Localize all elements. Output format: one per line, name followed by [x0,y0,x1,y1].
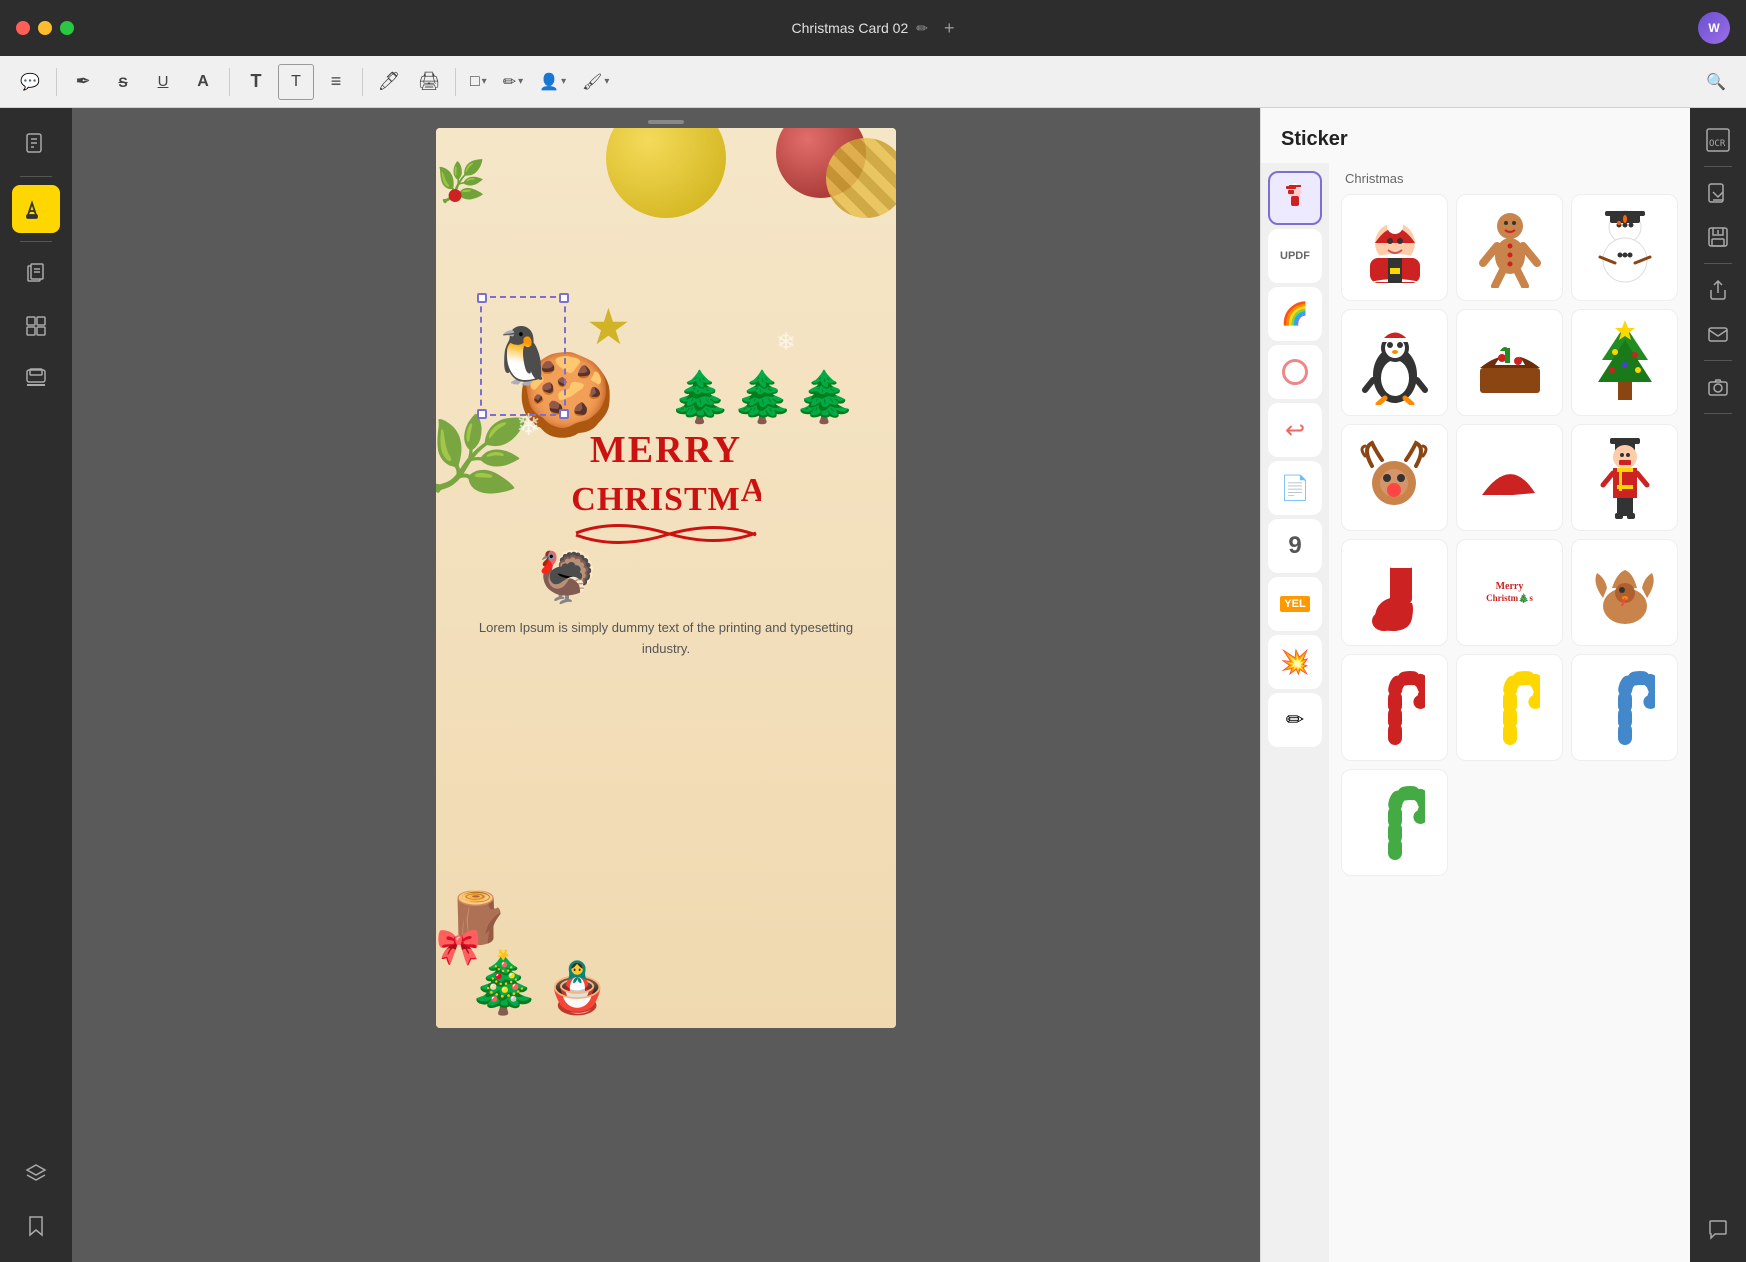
chat-button[interactable] [1698,1210,1738,1250]
list-button[interactable]: ≡ [318,64,354,100]
text-highlight-button[interactable]: A [185,64,221,100]
user-avatar: W [1698,12,1730,44]
category-christmas[interactable] [1268,171,1322,225]
search-button[interactable]: 🔍 [1698,64,1734,100]
left-sidebar [0,108,72,1262]
close-button[interactable] [16,21,30,35]
main-toolbar: 💬 ✒ S U A T T ≡ 🖊 🖨 □ ▾ ✏ ▾ 👤 ▾ 🖌 ▾ 🔍 [0,56,1746,108]
sticker-grid-area: Christmas [1329,163,1690,1262]
maximize-button[interactable] [60,21,74,35]
sticker-santa-hat[interactable] [1456,424,1563,531]
ocr-button[interactable]: OCR [1698,120,1738,160]
category-numbers[interactable]: 9 [1268,519,1322,573]
sticker-snowman[interactable] [1571,194,1678,301]
underline-button[interactable]: U [145,64,181,100]
christmas-card-canvas: 🌿 ● ★ 🍪 🌲🌲🌲 MERRY CHRISTMA [436,128,896,1028]
sticker-candy-cane-blue[interactable] [1571,654,1678,761]
category-pencil[interactable]: ✏ [1268,693,1322,747]
sticker-candy-cane-red[interactable] [1341,654,1448,761]
sticker-pudding[interactable] [1456,309,1563,416]
traffic-lights [16,21,74,35]
sidebar-highlight-btn[interactable] [12,185,60,233]
right-divider-2 [1704,263,1732,264]
sidebar-divider-2 [20,241,52,242]
category-updf[interactable]: UPDF [1268,229,1322,283]
category-labels[interactable]: YEL [1268,577,1322,631]
sticker-reindeer[interactable] [1341,424,1448,531]
share-button[interactable] [1698,270,1738,310]
pen-button[interactable]: ✒ [65,64,101,100]
sticker-nutcracker[interactable] [1571,424,1678,531]
sticker-penguin[interactable] [1341,309,1448,416]
comment-button[interactable]: 💬 [12,64,48,100]
sticker-body: UPDF 🌈 ↩ 📄 9 YEL [1261,163,1690,1262]
sticker-candy-cane-yellow[interactable] [1456,654,1563,761]
toolbar-divider-2 [229,68,230,96]
card-background: 🌿 ● ★ 🍪 🌲🌲🌲 MERRY CHRISTMA [436,128,896,1028]
sticker-grid: Merry Christm🎄s [1341,194,1678,876]
category-arrows[interactable]: ↩ [1268,403,1322,457]
camera-button[interactable] [1698,367,1738,407]
category-paper[interactable]: 📄 [1268,461,1322,515]
canvas-area[interactable]: 🌿 ● ★ 🍪 🌲🌲🌲 MERRY CHRISTMA [72,108,1260,1262]
selected-sticker[interactable]: 🐧 [480,296,566,416]
sticker-panel-title: Sticker [1261,108,1690,163]
lorem-text: Lorem Ipsum is simply dummy text of the … [436,618,896,660]
right-divider-4 [1704,413,1732,414]
edit-dropdown[interactable]: ✏ ▾ [497,68,529,96]
shape-dropdown[interactable]: □ ▾ [464,69,493,95]
toolbar-divider-4 [455,68,456,96]
resize-handle-tl[interactable] [477,293,487,303]
sticker-turkey[interactable] [1571,539,1678,646]
person-dropdown[interactable]: 👤 ▾ [533,68,572,96]
text-insert-button[interactable]: T [238,64,274,100]
sticker-santa[interactable] [1341,194,1448,301]
right-sidebar: OCR [1690,108,1746,1262]
sidebar-layers-btn[interactable] [12,1150,60,1198]
import-button[interactable] [1698,173,1738,213]
right-divider-3 [1704,360,1732,361]
resize-handle-tr[interactable] [559,293,569,303]
main-area: 🌿 ● ★ 🍪 🌲🌲🌲 MERRY CHRISTMA [0,108,1746,1262]
active-category-label: Christmas [1341,171,1678,186]
title-bar: Christmas Card 02 ✏ + W [0,0,1746,56]
category-burst[interactable]: 💥 [1268,635,1322,689]
resize-handle-bl[interactable] [477,409,487,419]
document-title: Christmas Card 02 [792,20,909,36]
sticker-candy-cane-green[interactable] [1341,769,1448,876]
sidebar-organize-btn[interactable] [12,302,60,350]
stamp-button[interactable]: 🖊 [371,64,407,100]
sticker-gingerbread[interactable] [1456,194,1563,301]
sticker-categories: UPDF 🌈 ↩ 📄 9 YEL [1261,163,1329,1262]
category-shapes[interactable] [1268,345,1322,399]
edit-title-icon[interactable]: ✏ [916,20,928,37]
toolbar-divider-3 [362,68,363,96]
brush-dropdown[interactable]: 🖌 ▾ [576,68,615,96]
sticker-christmas-tree[interactable] [1571,309,1678,416]
add-tab-button[interactable]: + [944,18,955,39]
mail-button[interactable] [1698,314,1738,354]
title-area: Christmas Card 02 ✏ + [792,18,955,39]
sticker-merry-christmas-text[interactable]: Merry Christm🎄s [1456,539,1563,646]
sticker-panel: Sticker UPDF 🌈 [1260,108,1690,1262]
sidebar-pages-btn[interactable] [12,250,60,298]
minimize-button[interactable] [38,21,52,35]
save-button[interactable] [1698,217,1738,257]
right-divider-1 [1704,166,1732,167]
toolbar-divider-1 [56,68,57,96]
scroll-indicator [648,120,684,124]
sidebar-document-btn[interactable] [12,120,60,168]
print-button[interactable]: 🖨 [411,64,447,100]
sidebar-stamp-btn[interactable] [12,354,60,402]
category-emoji[interactable]: 🌈 [1268,287,1322,341]
sidebar-divider-1 [20,176,52,177]
resize-handle-br[interactable] [559,409,569,419]
svg-text:OCR: OCR [1709,139,1726,149]
sticker-stocking[interactable] [1341,539,1448,646]
strikethrough-button[interactable]: S [105,64,141,100]
text-box-button[interactable]: T [278,64,314,100]
sidebar-bookmark-btn[interactable] [12,1202,60,1250]
